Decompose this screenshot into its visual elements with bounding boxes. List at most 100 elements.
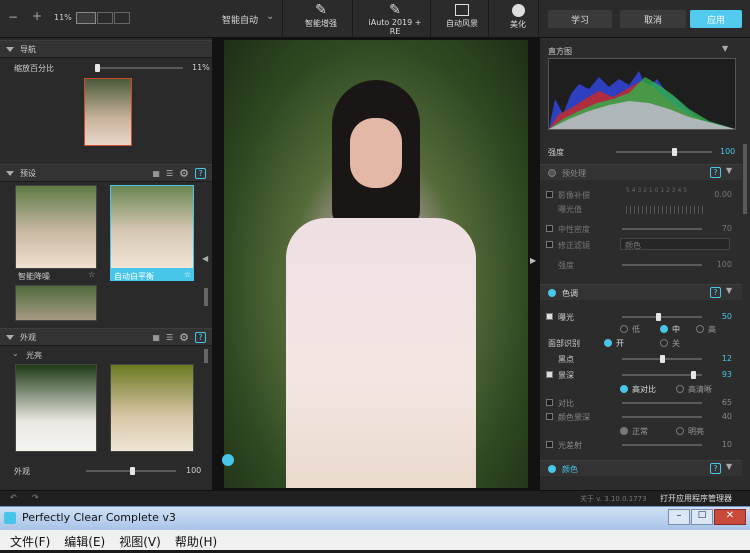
preset-thumbnail-selected[interactable] [110,185,194,269]
navigator-header[interactable]: 导航 [0,40,212,58]
depth-slider[interactable] [622,371,702,379]
learn-button[interactable]: 学习 [548,10,612,28]
strength-slider[interactable] [616,148,712,156]
gear-icon[interactable]: ⚙ [179,167,189,180]
radio-button-selected[interactable] [620,385,628,393]
look-thumbnail[interactable] [15,364,97,452]
preprocess-header[interactable]: 预处理 ? ▼ [540,164,742,180]
help-icon[interactable]: ? [710,167,721,178]
preset-select[interactable]: 智能自动 [222,13,258,26]
looks-slider-value: 100 [186,466,202,475]
collapse-icon[interactable]: ▼ [726,286,732,295]
radio-button[interactable] [660,339,668,347]
preset-thumbnail[interactable] [15,285,97,321]
tool-smart-enhance[interactable]: ✎ 智能增强 [290,2,352,36]
black-point-slider[interactable] [622,355,702,363]
preset-thumbnail[interactable] [15,185,97,269]
radio-button[interactable] [676,427,684,435]
chevron-down-icon[interactable]: ⌄ [266,11,274,22]
zoom-in-icon[interactable]: + [32,9,42,23]
collapse-left-icon[interactable]: ◀ [202,254,208,263]
checkbox[interactable] [546,399,553,406]
menu-edit[interactable]: 编辑(E) [64,533,105,550]
list-view-icon[interactable]: ☰ [166,333,173,342]
menu-view[interactable]: 视图(V) [119,533,161,550]
presets-title: 预设 [20,168,36,178]
filter-dropdown[interactable]: 颜色 [620,238,730,250]
split-view-icon[interactable] [97,12,113,24]
minimize-button[interactable]: – [668,509,690,525]
compare-icon[interactable] [222,454,234,466]
look-thumbnail[interactable] [110,364,194,452]
radio-button[interactable] [620,325,628,333]
exposure-slider[interactable] [622,313,702,321]
status-bar: ↶ ↷ 关于 v. 3.10.0.1773 打开应用程序管理器 [0,490,750,506]
checkbox-checked[interactable] [546,371,553,378]
looks-slider[interactable] [86,467,176,475]
grid-view-icon[interactable]: ▦ [152,169,160,178]
radio-button-selected[interactable] [604,339,612,347]
checkbox-checked[interactable] [546,313,553,320]
looks-header[interactable]: 外观 ▦ ☰ ⚙ ? [0,328,212,346]
brush-icon: ✎ [315,2,327,18]
tool-auto-landscape[interactable]: 自动风景 [434,2,490,36]
collapse-icon[interactable]: ▼ [726,462,732,471]
menu-help[interactable]: 帮助(H) [175,533,217,550]
radio-button[interactable] [696,325,704,333]
checkbox[interactable] [546,413,553,420]
cancel-button[interactable]: 取消 [620,10,686,28]
brush-icon: ✎ [389,2,401,18]
menu-file[interactable]: 文件(F) [10,533,50,550]
apply-button[interactable]: 应用 [690,10,742,28]
color-header[interactable]: 颜色 ? ▼ [540,460,742,476]
scrollbar[interactable] [204,349,208,363]
rotate-right-icon[interactable]: ↷ [32,493,39,502]
help-icon[interactable]: ? [710,463,721,474]
star-icon[interactable]: ☆ [88,270,95,279]
zoom-readout: 11% [54,13,72,22]
star-icon[interactable]: ☆ [184,270,191,279]
checkbox[interactable] [546,241,553,248]
maximize-button[interactable]: □ [691,509,713,525]
rotate-left-icon[interactable]: ↶ [10,493,17,502]
tool-iauto[interactable]: ✎ iAuto 2019 + RE [362,2,428,36]
tone-header[interactable]: 色调 ? ▼ [540,284,742,300]
radio-button-selected[interactable] [620,427,628,435]
landscape-icon [455,4,469,16]
checkbox[interactable] [546,441,553,448]
radio-button-selected[interactable] [660,325,668,333]
collapse-right-icon[interactable]: ▶ [530,256,536,265]
grid-view-icon[interactable]: ▦ [152,333,160,342]
side-by-side-icon[interactable] [114,12,130,24]
color-title: 颜色 [562,465,578,474]
radio-button[interactable] [676,385,684,393]
help-icon[interactable]: ? [195,331,206,343]
gear-icon[interactable]: ⚙ [179,331,189,344]
navigator-thumbnail[interactable] [84,78,132,146]
ev-ruler[interactable] [626,206,706,214]
window-titlebar: Perfectly Clear Complete v3 – □ ✕ [0,506,750,530]
help-icon[interactable]: ? [195,167,206,179]
single-view-icon[interactable] [76,12,96,24]
contrast-row: 对比 65 [540,396,750,410]
checkbox[interactable] [546,191,553,198]
image-canvas[interactable]: ▶ [212,38,540,490]
preset-name: 自动白平衡 [114,272,154,281]
app-manager-link[interactable]: 打开应用程序管理器 [660,493,732,504]
scrollbar[interactable] [204,288,208,306]
checkbox[interactable] [546,225,553,232]
chevron-down-icon[interactable]: ⌄ [12,349,19,358]
zoom-slider[interactable] [95,64,183,72]
close-button[interactable]: ✕ [714,509,746,525]
pre-row: 强度 100 [558,260,732,270]
list-view-icon[interactable]: ☰ [166,169,173,178]
collapse-icon[interactable]: ▼ [722,44,728,53]
zoom-out-icon[interactable]: − [8,10,18,24]
menu-bar: 文件(F) 编辑(E) 视图(V) 帮助(H) [0,530,750,550]
light-diffuse-row: 光差射 10 [540,438,750,452]
presets-header[interactable]: 预设 ▦ ☰ ⚙ ? [0,164,212,182]
help-icon[interactable]: ? [710,287,721,298]
tool-beautify[interactable]: 美化 [500,2,536,36]
collapse-icon[interactable]: ▼ [726,166,732,175]
preprocess-title: 预处理 [562,169,586,178]
